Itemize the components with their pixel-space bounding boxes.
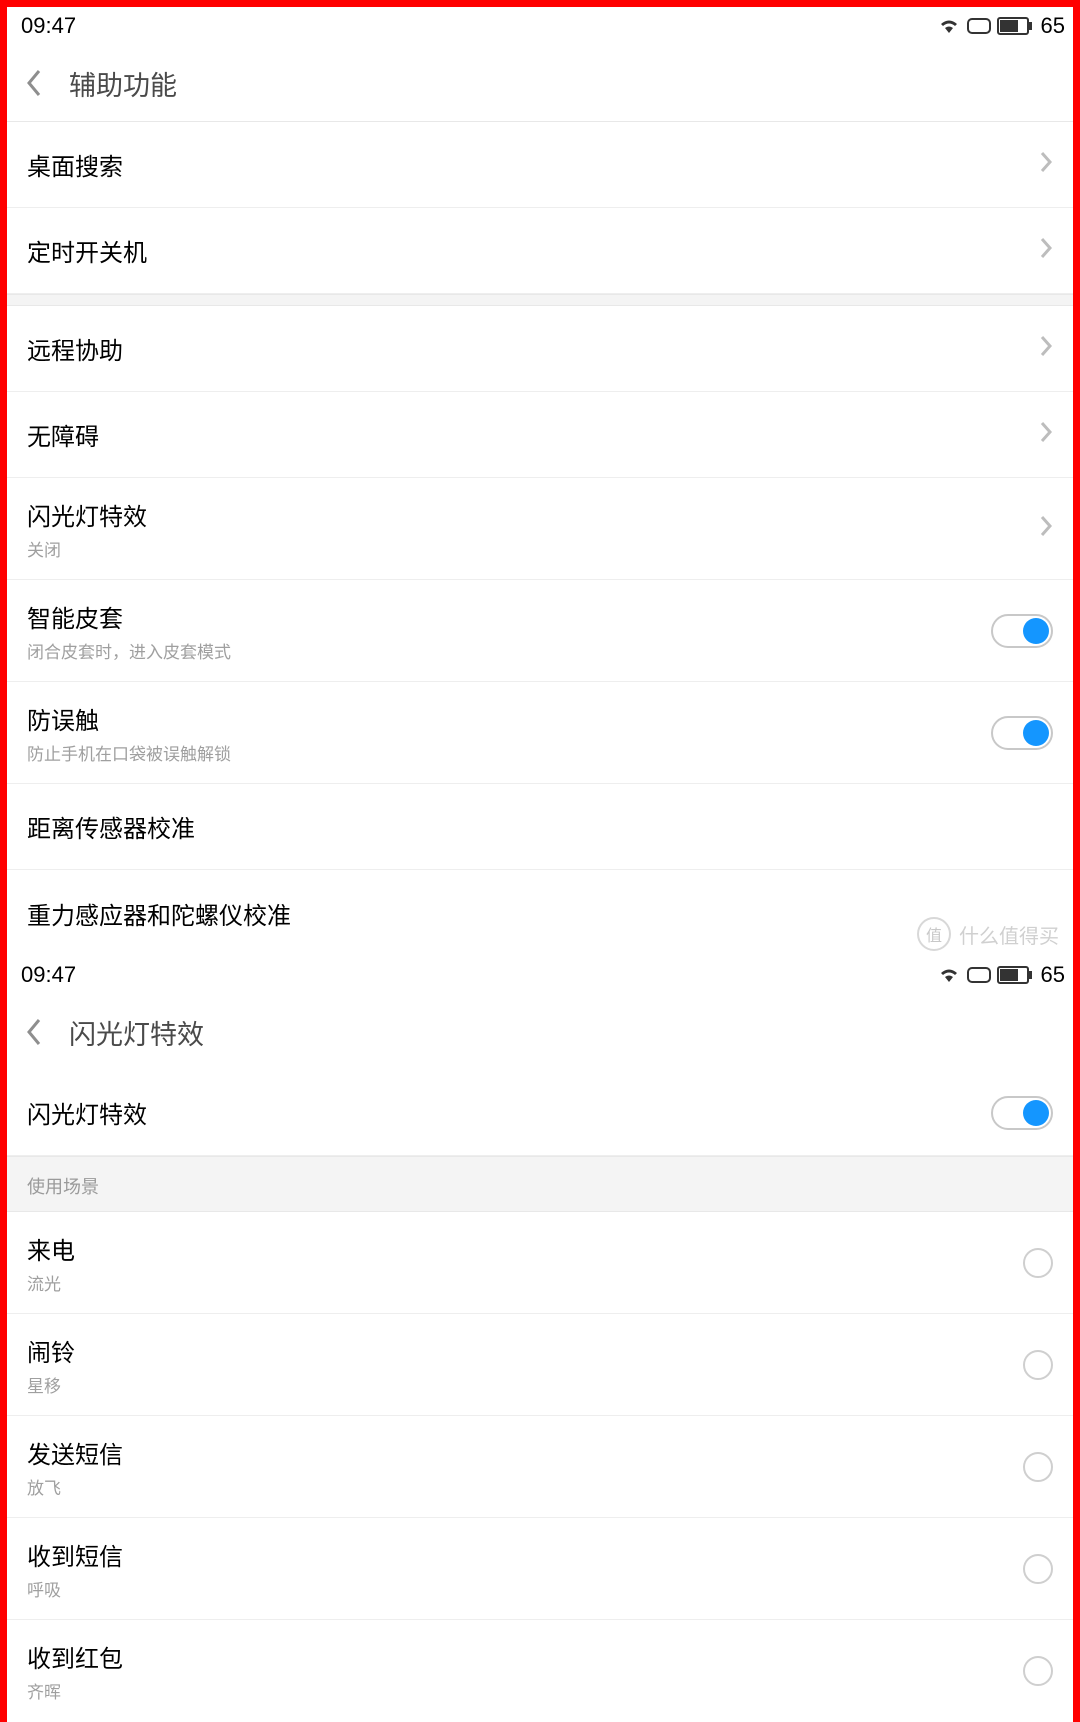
row-smart-cover[interactable]: 智能皮套 闭合皮套时，进入皮套模式 <box>7 580 1073 682</box>
row-red-packet[interactable]: 收到红包 齐晖 <box>7 1620 1073 1722</box>
back-button[interactable] <box>21 70 47 96</box>
row-sublabel: 放飞 <box>27 1474 1023 1499</box>
chevron-left-icon <box>25 68 43 98</box>
clock: 09:47 <box>21 962 76 988</box>
battery-level: 65 <box>1041 962 1065 988</box>
row-scheduled-power[interactable]: 定时开关机 <box>7 208 1073 294</box>
row-send-sms[interactable]: 发送短信 放飞 <box>7 1416 1073 1518</box>
row-receive-sms[interactable]: 收到短信 呼吸 <box>7 1518 1073 1620</box>
chevron-left-icon <box>25 1017 43 1047</box>
row-pocket-mode[interactable]: 防误触 防止手机在口袋被误触解锁 <box>7 682 1073 784</box>
battery-level: 65 <box>1041 13 1065 39</box>
row-flash-effect[interactable]: 闪光灯特效 关闭 <box>7 478 1073 580</box>
row-incoming-call[interactable]: 来电 流光 <box>7 1212 1073 1314</box>
signal-icon <box>967 967 991 983</box>
left-phone: 09:47 65 辅助功能 桌面搜索 定时开关机 远程协助 无障碍 <box>7 7 1073 956</box>
row-master-toggle[interactable]: 闪光灯特效 <box>7 1070 1073 1156</box>
row-label: 重力感应器和陀螺仪校准 <box>27 896 1053 931</box>
row-label: 无障碍 <box>27 417 1039 452</box>
nav-header: 闪光灯特效 <box>7 994 1073 1070</box>
row-sublabel: 流光 <box>27 1270 1023 1295</box>
chevron-right-icon <box>1039 514 1053 543</box>
row-label: 收到红包 <box>27 1639 1023 1674</box>
group-separator <box>7 294 1073 306</box>
row-sublabel: 关闭 <box>27 536 1039 561</box>
row-label: 收到短信 <box>27 1537 1023 1572</box>
nav-header: 辅助功能 <box>7 45 1073 121</box>
back-button[interactable] <box>21 1019 47 1045</box>
row-label: 闪光灯特效 <box>27 1095 991 1130</box>
status-icons: 65 <box>937 962 1065 988</box>
flash-settings-list: 闪光灯特效 使用场景 来电 流光 闹铃 星移 发送短信 放飞 <box>7 1070 1073 1722</box>
signal-icon <box>967 18 991 34</box>
row-sublabel: 星移 <box>27 1372 1023 1397</box>
right-phone: 09:47 65 闪光灯特效 闪光灯特效 使用场景 来电 流光 <box>7 956 1073 1722</box>
radio-incoming-call[interactable] <box>1023 1248 1053 1278</box>
status-bar: 09:47 65 <box>7 956 1073 994</box>
chevron-right-icon <box>1039 334 1053 363</box>
row-label: 闪光灯特效 <box>27 497 1039 532</box>
section-header-usage: 使用场景 <box>7 1156 1073 1212</box>
row-sublabel: 齐晖 <box>27 1678 1023 1703</box>
row-label: 来电 <box>27 1231 1023 1266</box>
row-alarm[interactable]: 闹铃 星移 <box>7 1314 1073 1416</box>
status-icons: 65 <box>937 13 1065 39</box>
row-label: 防误触 <box>27 701 991 736</box>
row-accessibility[interactable]: 无障碍 <box>7 392 1073 478</box>
radio-receive-sms[interactable] <box>1023 1554 1053 1584</box>
row-sublabel: 防止手机在口袋被误触解锁 <box>27 740 991 765</box>
row-label: 闹铃 <box>27 1333 1023 1368</box>
row-sublabel: 呼吸 <box>27 1576 1023 1601</box>
row-label: 定时开关机 <box>27 233 1039 268</box>
row-label: 桌面搜索 <box>27 147 1039 182</box>
wifi-icon <box>937 966 961 984</box>
status-bar: 09:47 65 <box>7 7 1073 45</box>
page-title: 闪光灯特效 <box>69 1013 204 1052</box>
row-label: 发送短信 <box>27 1435 1023 1470</box>
chevron-right-icon <box>1039 236 1053 265</box>
row-label: 远程协助 <box>27 331 1039 366</box>
radio-red-packet[interactable] <box>1023 1656 1053 1686</box>
radio-alarm[interactable] <box>1023 1350 1053 1380</box>
row-gyro-calibration[interactable]: 重力感应器和陀螺仪校准 <box>7 870 1073 956</box>
row-sublabel: 闭合皮套时，进入皮套模式 <box>27 638 991 663</box>
settings-list: 桌面搜索 定时开关机 远程协助 无障碍 闪光灯特效 关闭 智能皮套 <box>7 121 1073 956</box>
chevron-right-icon <box>1039 150 1053 179</box>
row-label: 智能皮套 <box>27 599 991 634</box>
row-remote-assist[interactable]: 远程协助 <box>7 306 1073 392</box>
chevron-right-icon <box>1039 420 1053 449</box>
row-label: 距离传感器校准 <box>27 809 1053 844</box>
clock: 09:47 <box>21 13 76 39</box>
battery-icon <box>997 17 1033 35</box>
row-desktop-search[interactable]: 桌面搜索 <box>7 122 1073 208</box>
battery-icon <box>997 966 1033 984</box>
toggle-pocket-mode[interactable] <box>991 716 1053 750</box>
toggle-flash-master[interactable] <box>991 1096 1053 1130</box>
radio-send-sms[interactable] <box>1023 1452 1053 1482</box>
wifi-icon <box>937 17 961 35</box>
page-title: 辅助功能 <box>69 64 177 103</box>
toggle-smart-cover[interactable] <box>991 614 1053 648</box>
row-proximity-calibration[interactable]: 距离传感器校准 <box>7 784 1073 870</box>
